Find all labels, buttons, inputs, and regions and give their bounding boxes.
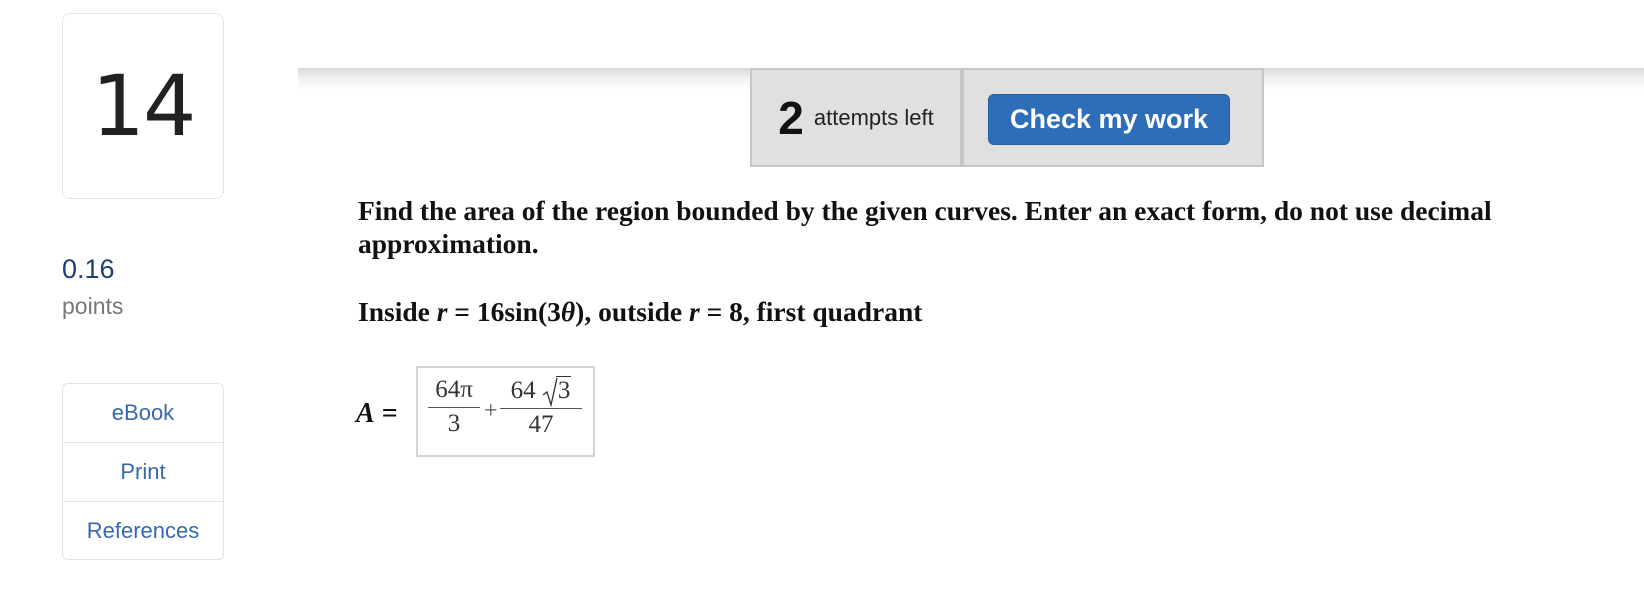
curve1-text: = 16sin(3	[447, 296, 561, 327]
references-link[interactable]: References	[63, 502, 223, 559]
theta-symbol: θ	[560, 296, 576, 327]
check-work-panel: Check my work	[962, 68, 1264, 167]
fraction-term-2: 64 3 47	[500, 376, 582, 439]
points-label: points	[62, 293, 124, 319]
check-my-work-button[interactable]: Check my work	[988, 94, 1230, 145]
question-prompt: Find the area of the region bounded by t…	[358, 195, 1492, 259]
coefficient: 64	[510, 377, 536, 404]
fraction-term-1: 64π 3	[428, 376, 480, 438]
region-prefix: Inside	[358, 296, 437, 327]
attempts-count: 2	[778, 91, 804, 144]
fraction-1-numerator: 64π	[435, 376, 473, 403]
fraction-2-denominator: 47	[528, 411, 554, 438]
attempts-panel: 2 attempts left	[750, 68, 962, 167]
ebook-link[interactable]: eBook	[63, 384, 223, 443]
resources-panel: eBook Print References	[62, 383, 224, 560]
answer-label: A =	[356, 398, 398, 430]
fraction-bar	[500, 408, 582, 409]
fraction-bar	[428, 407, 480, 408]
question-number: 14	[91, 57, 197, 155]
square-root: 3	[542, 376, 572, 407]
attempts-label: attempts left	[813, 104, 934, 130]
fraction-1-denominator: 3	[447, 410, 461, 437]
answer-input[interactable]: 64π 3 + 64 3 47	[416, 366, 595, 457]
curve1-end: ), outside	[575, 296, 689, 327]
area-variable: A	[356, 398, 375, 429]
equals-sign: =	[374, 398, 398, 429]
r-variable: r	[689, 296, 700, 327]
plus-operator: +	[484, 398, 498, 424]
curve2-text: = 8, first quadrant	[699, 296, 923, 327]
points-value: 0.16	[62, 254, 115, 284]
region-description: Inside r = 16sin(3θ), outside r = 8, fir…	[358, 296, 922, 328]
r-variable: r	[436, 296, 448, 327]
print-link[interactable]: Print	[63, 443, 223, 502]
radicand: 3	[555, 376, 572, 404]
radical-sign-icon	[542, 377, 558, 407]
question-number-card: 14	[62, 13, 224, 199]
fraction-2-numerator: 64 3	[500, 376, 582, 407]
